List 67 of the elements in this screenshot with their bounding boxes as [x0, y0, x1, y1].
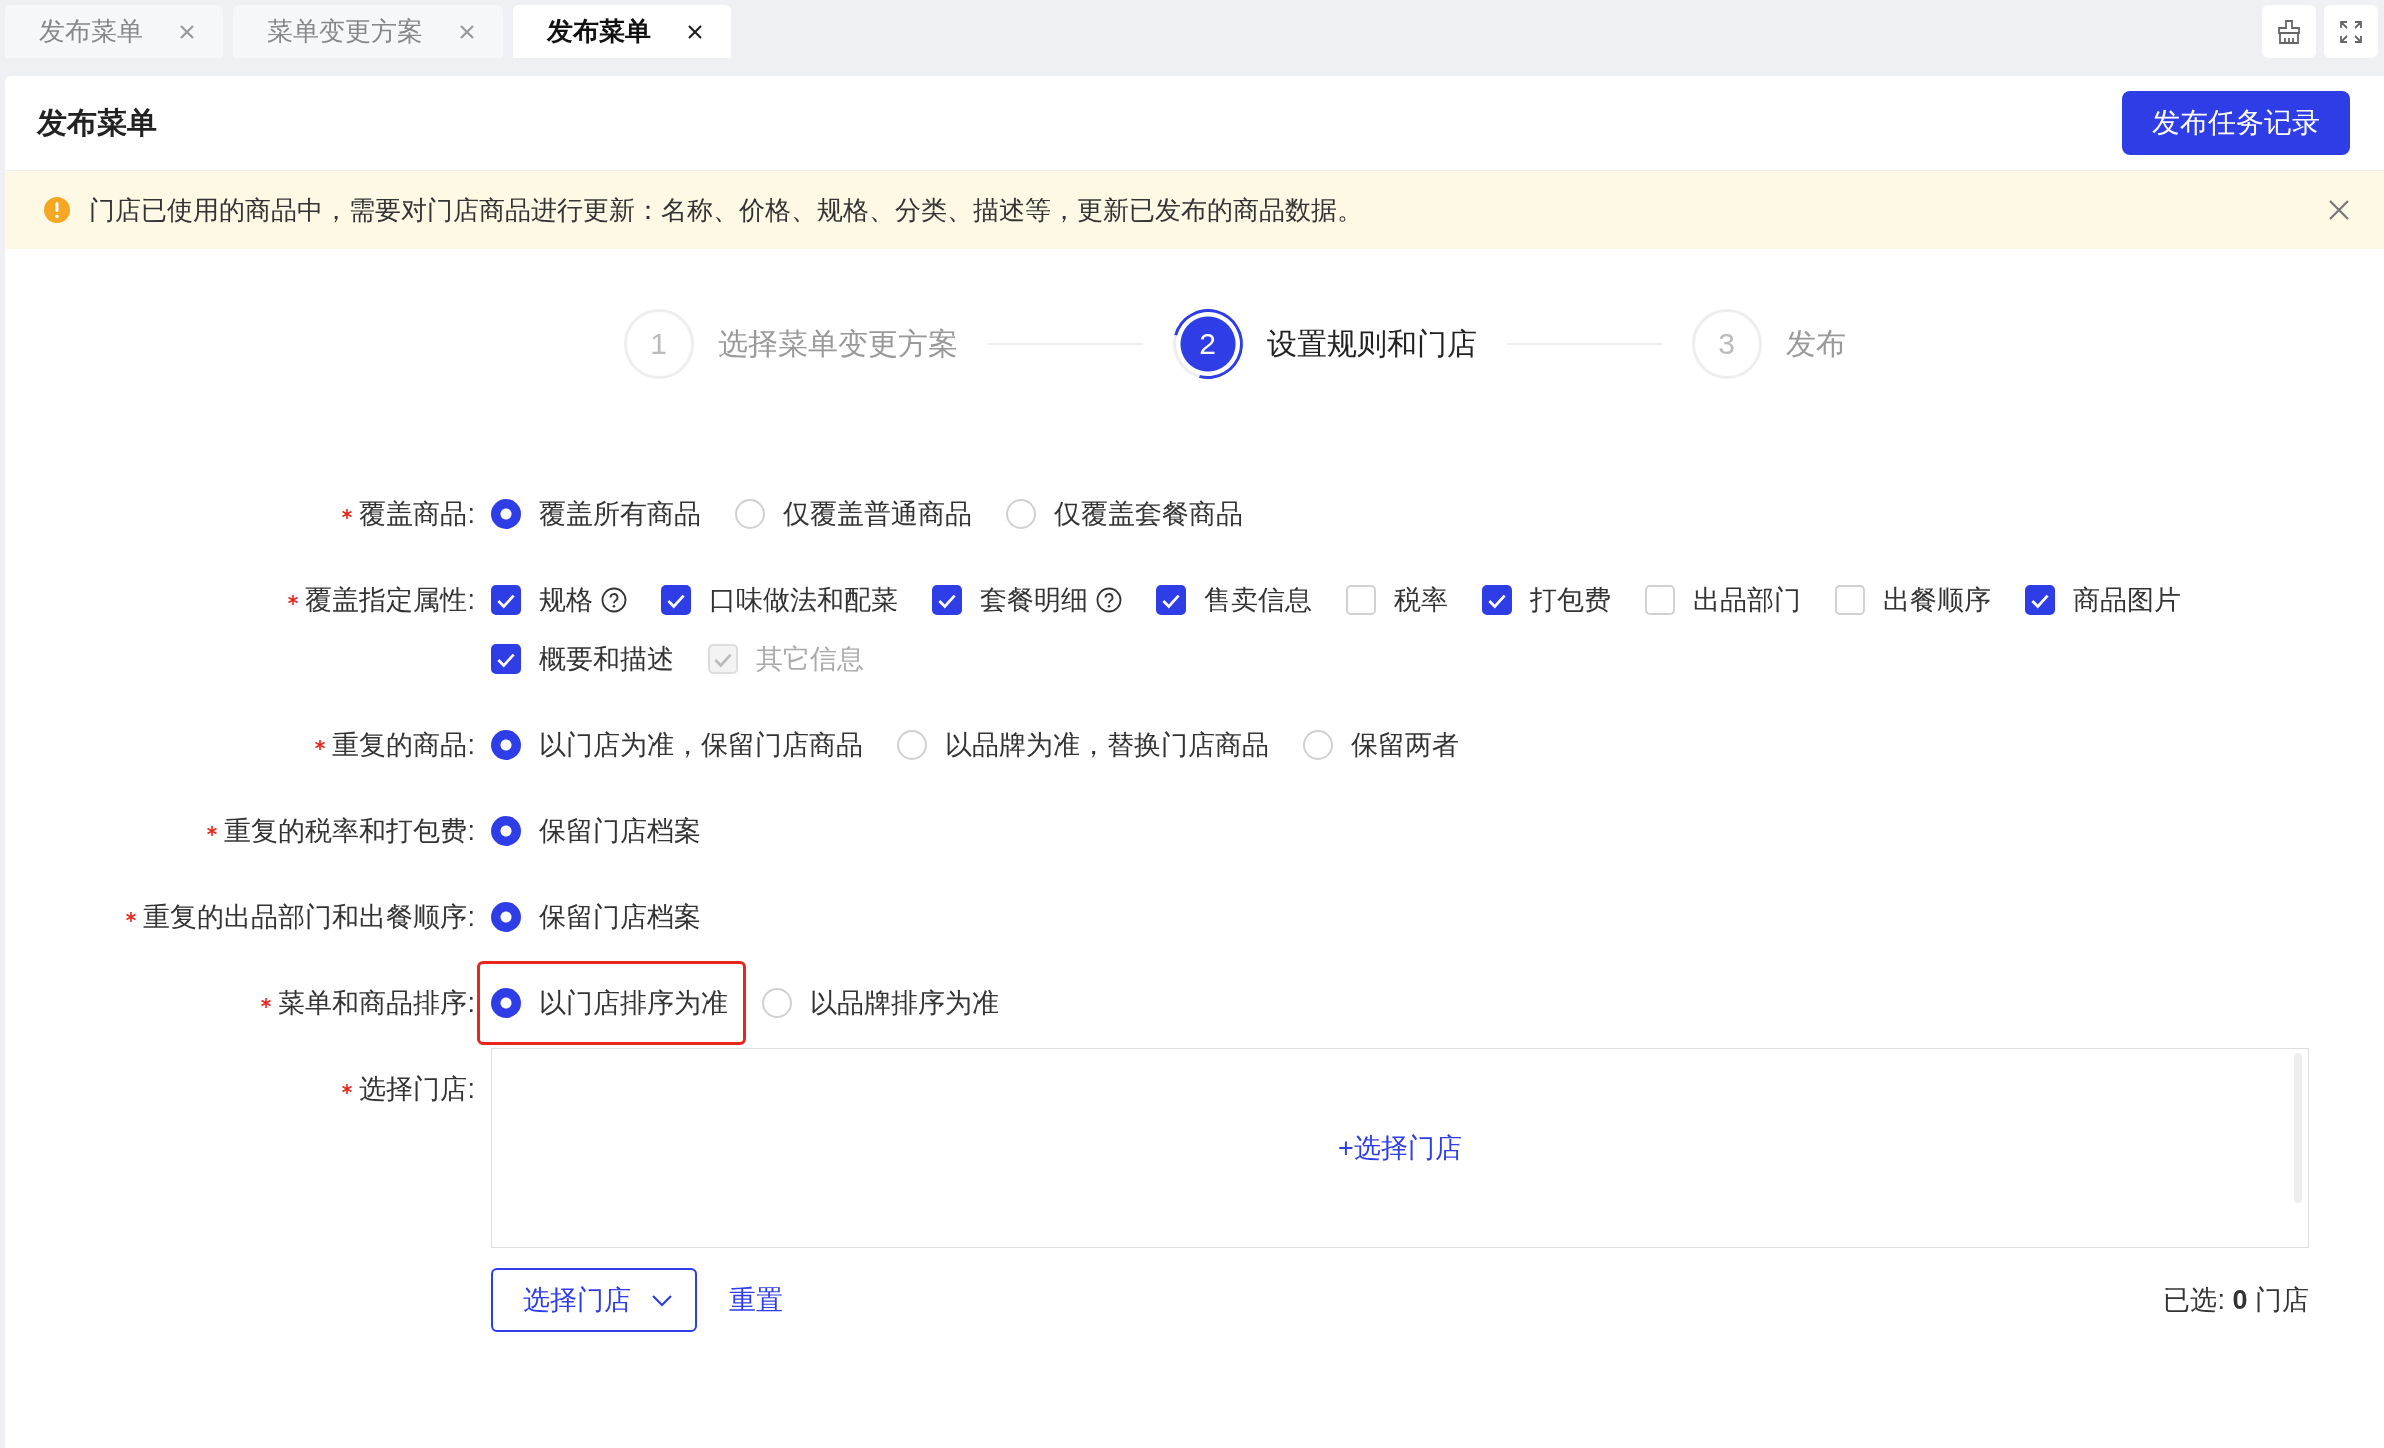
option-label: 以门店排序为准	[539, 987, 728, 1020]
radio-button[interactable]	[491, 816, 521, 846]
radio-button[interactable]	[491, 730, 521, 760]
reset-link[interactable]: 重置	[729, 1282, 783, 1318]
checkbox[interactable]	[491, 585, 521, 615]
clean-button[interactable]	[2262, 5, 2316, 58]
option-label: 保留两者	[1351, 729, 1459, 762]
help-icon[interactable]	[1096, 587, 1122, 613]
step-number: 1	[623, 309, 694, 379]
option-label: 概要和描述	[539, 643, 674, 676]
field-label: 菜单和商品排序:	[278, 987, 475, 1020]
option-label: 商品图片	[2073, 584, 2181, 617]
option-label: 其它信息	[756, 643, 864, 676]
field-label: 覆盖商品:	[359, 498, 475, 531]
option-label: 保留门店档案	[539, 815, 701, 848]
checkbox[interactable]	[932, 585, 962, 615]
selected-count: 已选: 0 门店	[2163, 1284, 2309, 1317]
chevron-down-icon	[651, 1293, 673, 1307]
checkbox[interactable]	[491, 644, 521, 674]
radio-button[interactable]	[1006, 499, 1036, 529]
select-store-dropdown[interactable]: 选择门店	[491, 1268, 697, 1332]
option-label: 套餐明细	[980, 584, 1088, 617]
option-label: 出品部门	[1693, 584, 1801, 617]
option-label: 打包费	[1530, 584, 1611, 617]
option-label: 覆盖所有商品	[539, 498, 701, 531]
fullscreen-button[interactable]	[2324, 5, 2378, 58]
publish-records-button[interactable]: 发布任务记录	[2122, 91, 2350, 155]
option-label: 出餐顺序	[1883, 584, 1991, 617]
help-icon[interactable]	[601, 587, 627, 613]
radio-button[interactable]	[491, 902, 521, 932]
page-title: 发布菜单	[37, 104, 157, 141]
broom-icon	[2276, 18, 2302, 45]
warning-icon	[43, 196, 71, 224]
field-label: 覆盖指定属性:	[305, 584, 475, 617]
radio-button[interactable]	[762, 988, 792, 1018]
field-label: 重复的税率和打包费:	[224, 815, 475, 848]
fullscreen-icon	[2339, 19, 2363, 44]
option-label: 口味做法和配菜	[709, 584, 898, 617]
option-label: 仅覆盖套餐商品	[1054, 498, 1243, 531]
field-label: 重复的商品:	[332, 729, 475, 762]
field-label: 选择门店:	[359, 1073, 475, 1106]
tab[interactable]: 发布菜单	[513, 5, 731, 58]
step-label: 选择菜单变更方案	[717, 325, 958, 362]
step-label: 发布	[1785, 325, 1846, 362]
checkbox[interactable]	[661, 585, 691, 615]
field-label: 重复的出品部门和出餐顺序:	[143, 901, 475, 934]
option-label: 以品牌排序为准	[810, 987, 999, 1020]
step-number: 3	[1691, 309, 1762, 379]
option-label: 规格	[539, 584, 593, 617]
alert-message: 门店已使用的商品中，需要对门店商品进行更新：名称、价格、规格、分类、描述等，更新已发布的商品数据。	[89, 193, 1364, 227]
radio-button[interactable]	[1303, 730, 1333, 760]
option-label: 以门店为准，保留门店商品	[539, 729, 863, 762]
radio-button[interactable]	[491, 988, 521, 1018]
step-label: 设置规则和门店	[1266, 325, 1477, 362]
option-label: 售卖信息	[1204, 584, 1312, 617]
checkbox[interactable]	[1482, 585, 1512, 615]
option-label: 税率	[1394, 584, 1448, 617]
radio-button[interactable]	[491, 499, 521, 529]
option-label: 仅覆盖普通商品	[783, 498, 972, 531]
select-store-link[interactable]: +选择门店	[1338, 1130, 1462, 1166]
close-icon[interactable]	[687, 23, 703, 40]
checkbox[interactable]	[1156, 585, 1186, 615]
radio-button[interactable]	[735, 499, 765, 529]
radio-button[interactable]	[897, 730, 927, 760]
checkbox[interactable]	[2025, 585, 2055, 615]
option-label: 以品牌为准，替换门店商品	[945, 729, 1269, 762]
option-label: 保留门店档案	[539, 901, 701, 934]
